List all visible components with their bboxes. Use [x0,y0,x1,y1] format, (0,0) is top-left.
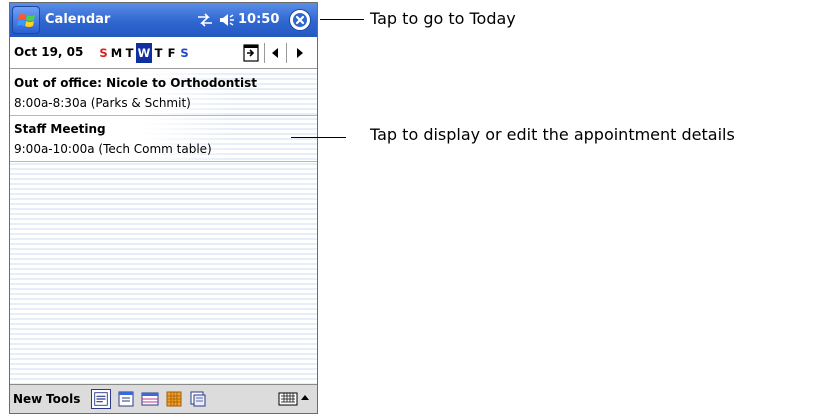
appointment-item[interactable]: Staff Meeting 9:00a-10:00a (Tech Comm ta… [10,116,317,162]
start-menu-button[interactable] [12,6,40,34]
previous-arrow-icon[interactable] [268,46,282,60]
callout-today: Tap to go to Today [370,9,516,28]
next-arrow-icon[interactable] [293,46,307,60]
appointment-title: Staff Meeting [14,122,106,136]
appointment-item[interactable]: Out of office: Nicole to Orthodontist 8:… [10,70,317,116]
agenda-view[interactable]: Out of office: Nicole to Orthodontist 8:… [10,70,317,384]
callout-line-today [320,19,364,20]
callout-appointment: Tap to display or edit the appointment d… [370,125,735,144]
weekday-tuesday[interactable]: T [123,43,136,63]
keyboard-icon[interactable] [278,391,298,407]
today-button[interactable] [289,9,311,31]
tools-menu[interactable]: Tools [46,392,80,406]
current-date[interactable]: Oct 19, 05 [14,45,83,59]
app-title: Calendar [45,12,111,27]
weekday-wednesday-selected[interactable]: W [136,43,152,63]
goto-date-icon[interactable] [242,43,260,63]
clock[interactable]: 10:50 [238,12,279,27]
divider [10,161,317,162]
close-icon [293,13,307,27]
command-bar: New Tools [10,384,317,413]
new-menu[interactable]: New [13,392,42,406]
input-menu-arrow-icon[interactable] [300,393,310,403]
connectivity-icon[interactable] [196,11,214,29]
weekday-sunday[interactable]: S [97,43,110,63]
windows-flag-icon [17,14,35,27]
weekday-saturday[interactable]: S [178,43,191,63]
appointment-detail: 9:00a-10:00a (Tech Comm table) [14,142,212,156]
week-strip: S M T W T F S [97,43,191,63]
volume-icon[interactable] [218,11,236,29]
week-view-icon[interactable] [140,389,160,409]
agenda-view-icon[interactable] [91,389,111,409]
month-view-icon[interactable] [164,389,184,409]
appointment-detail: 8:00a-8:30a (Parks & Schmit) [14,96,191,110]
appointment-title: Out of office: Nicole to Orthodontist [14,76,258,90]
weekday-friday[interactable]: F [165,43,178,63]
weekday-monday[interactable]: M [110,43,123,63]
weekday-thursday[interactable]: T [152,43,165,63]
separator [286,43,287,63]
date-bar: Oct 19, 05 S M T W T F S [10,37,317,69]
separator [264,43,265,63]
year-view-icon[interactable] [188,389,208,409]
callout-line-appointment [291,137,346,138]
day-view-icon[interactable] [116,389,136,409]
title-bar: Calendar 10:50 [10,3,317,37]
pocketpc-screen: Calendar 10:50 Oct 19, 05 S M T W T F S [9,2,318,414]
